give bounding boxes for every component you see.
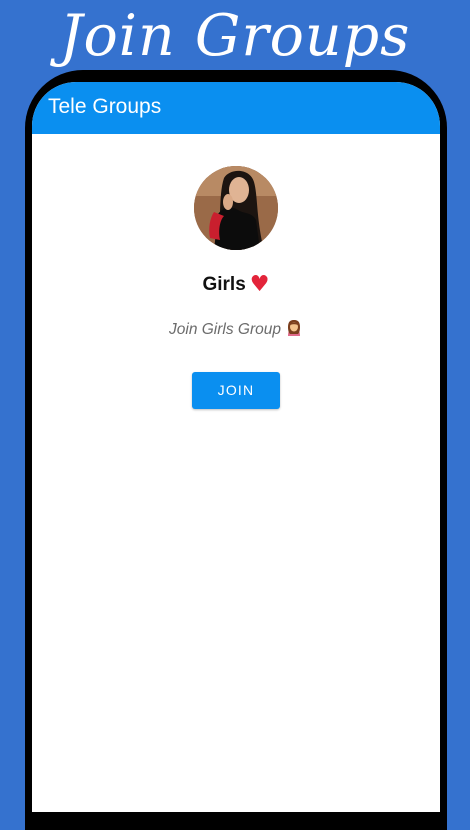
join-button[interactable]: JOIN	[192, 372, 280, 409]
app-title: Tele Groups	[48, 95, 162, 118]
profile-photo-icon	[194, 166, 278, 250]
group-description-text: Join Girls Group	[169, 321, 281, 338]
group-name: Girls	[202, 274, 246, 295]
woman-icon	[285, 319, 303, 344]
phone-screen: Tele Groups Girls ♥ Join Girls Group JOIN	[32, 82, 440, 812]
app-bar: Tele Groups	[32, 82, 440, 134]
promo-title: Join Groups	[59, 3, 411, 69]
heart-icon: ♥	[249, 272, 270, 297]
group-avatar	[194, 166, 278, 250]
group-title: Girls ♥	[32, 272, 440, 298]
group-description: Join Girls Group	[32, 319, 440, 344]
